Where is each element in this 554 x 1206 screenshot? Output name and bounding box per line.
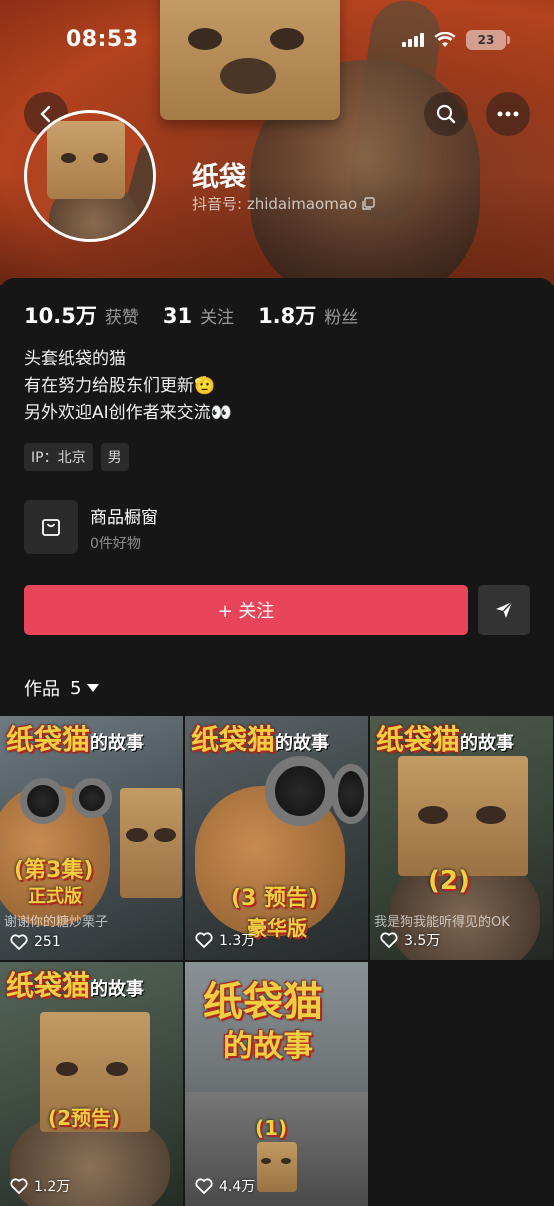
profile-tags: IP：北京 男 xyxy=(24,443,129,471)
likes-count: 1.2万 xyxy=(34,1179,71,1195)
shop-window-subtitle: 0件好物 xyxy=(90,536,141,552)
signal-icon xyxy=(402,33,424,47)
video-tile[interactable]: 纸袋猫的故事 (2) 我是狗我能听得见的OK 3.5万 xyxy=(370,716,553,960)
chevron-down-icon[interactable] xyxy=(87,684,100,692)
heart-icon xyxy=(10,1178,28,1194)
likes-count: 251 xyxy=(34,934,61,950)
works-tab-count: 5 xyxy=(70,677,82,699)
video-likes: 1.3万 xyxy=(195,930,255,950)
share-send-icon xyxy=(496,601,513,618)
shop-window-button[interactable] xyxy=(24,500,78,554)
stat-value: 10.5万 xyxy=(24,304,97,328)
video-caption: 谢谢你的糖炒栗子 xyxy=(4,915,109,930)
share-button[interactable] xyxy=(478,585,530,635)
video-badge: (1) xyxy=(255,1116,288,1140)
stat-likes[interactable]: 10.5万 获赞 xyxy=(24,300,139,330)
bio-line: 另外欢迎AI创作者来交流👀 xyxy=(24,403,232,423)
tab-works[interactable]: 作品 5 xyxy=(24,675,100,701)
heart-icon xyxy=(380,932,398,948)
video-likes: 3.5万 xyxy=(380,930,440,950)
video-grid: 纸袋猫的故事 (第3集) 正式版 谢谢你的糖炒栗子 251 纸袋猫的故事 (3 … xyxy=(0,716,554,1206)
video-title: 纸袋猫 xyxy=(203,979,323,1025)
bio-line: 头套纸袋的猫 xyxy=(24,349,126,369)
profile-stats: 10.5万 获赞 31 关注 1.8万 粉丝 xyxy=(24,300,382,330)
video-tile[interactable]: 纸袋猫 的故事 (1) 4.4万 xyxy=(185,962,368,1206)
douyin-id-text: 抖音号: zhidaimaomao xyxy=(192,195,358,213)
banner-paper-bag xyxy=(160,0,340,120)
more-icon xyxy=(497,111,519,117)
gender-tag: 男 xyxy=(100,443,129,471)
video-caption: 我是狗我能听得见的OK xyxy=(374,915,510,930)
video-title: 纸袋猫的故事 xyxy=(6,969,145,1002)
douyin-id[interactable]: 抖音号: zhidaimaomao xyxy=(192,193,375,214)
video-tile[interactable]: 纸袋猫的故事 (3 预告) 豪华版 1.3万 xyxy=(185,716,368,960)
nickname: 纸袋 xyxy=(192,162,246,193)
more-button[interactable] xyxy=(486,92,530,136)
works-tab-label: 作品 xyxy=(24,679,60,700)
video-likes: 4.4万 xyxy=(195,1176,255,1196)
shop-bag-icon xyxy=(42,519,60,536)
video-title-suffix: 的故事 xyxy=(223,1029,313,1064)
video-tile[interactable]: 纸袋猫的故事 (2预告) 1.2万 xyxy=(0,962,183,1206)
video-likes: 1.2万 xyxy=(10,1176,70,1196)
battery-indicator: 23 xyxy=(466,30,510,50)
likes-count: 4.4万 xyxy=(219,1179,256,1195)
stat-followers[interactable]: 1.8万 粉丝 xyxy=(258,300,358,330)
video-badge: (2预告) xyxy=(48,1106,121,1130)
wifi-icon xyxy=(434,32,456,47)
heart-icon xyxy=(10,934,28,950)
video-likes: 251 xyxy=(10,934,61,950)
video-title: 纸袋猫的故事 xyxy=(376,723,515,756)
heart-icon xyxy=(195,1178,213,1194)
likes-count: 3.5万 xyxy=(404,933,441,949)
stat-value: 31 xyxy=(162,304,193,328)
follow-button[interactable]: + 关注 xyxy=(24,585,468,635)
video-badge: (3 预告) xyxy=(231,886,319,911)
search-icon xyxy=(436,104,456,124)
stat-label: 关注 xyxy=(200,308,235,328)
video-title: 纸袋猫的故事 xyxy=(191,723,330,756)
likes-count: 1.3万 xyxy=(219,933,256,949)
copy-icon[interactable] xyxy=(361,196,375,211)
avatar[interactable] xyxy=(24,110,156,242)
video-tile[interactable]: 纸袋猫的故事 (第3集) 正式版 谢谢你的糖炒栗子 251 xyxy=(0,716,183,960)
status-icons: 23 xyxy=(402,30,510,50)
stat-label: 获赞 xyxy=(104,308,139,328)
stat-label: 粉丝 xyxy=(324,308,359,328)
stat-value: 1.8万 xyxy=(258,304,317,328)
bio-line: 有在努力给股东们更新🫡 xyxy=(24,376,216,396)
ip-location-tag: IP：北京 xyxy=(24,443,93,471)
status-time: 08:53 xyxy=(66,27,139,52)
stat-following[interactable]: 31 关注 xyxy=(163,303,234,328)
video-badge-2: 正式版 xyxy=(28,886,82,907)
video-badge: (第3集) xyxy=(14,858,94,883)
shop-window-title[interactable]: 商品橱窗 xyxy=(90,503,158,528)
video-badge: (2) xyxy=(428,866,470,896)
search-button[interactable] xyxy=(424,92,468,136)
heart-icon xyxy=(195,932,213,948)
profile-bio: 头套纸袋的猫 有在努力给股东们更新🫡 另外欢迎AI创作者来交流👀 xyxy=(24,346,232,427)
video-badge-2: 豪华版 xyxy=(247,916,307,940)
follow-label: + 关注 xyxy=(217,601,275,622)
video-title: 纸袋猫的故事 xyxy=(6,723,145,756)
